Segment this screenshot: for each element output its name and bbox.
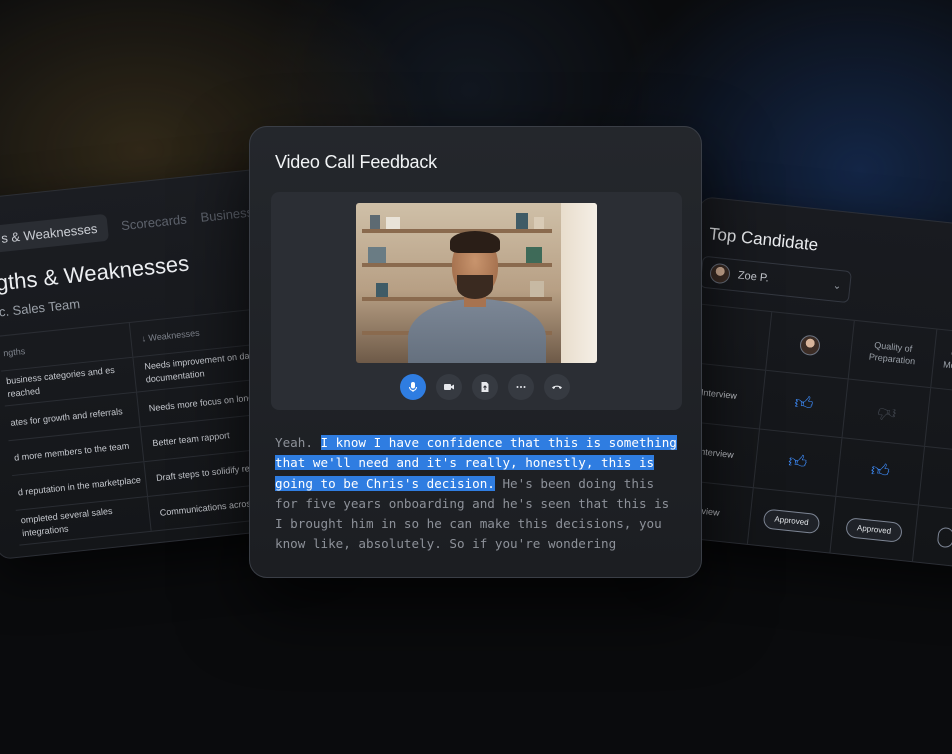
call-controls [400,374,570,400]
transcript-text-segment: He's been doing this [494,475,655,491]
share-button[interactable] [472,374,498,400]
person-hair [450,231,500,253]
extra-cell [918,446,952,511]
window-light [561,203,597,363]
transcript-line: for five years onboarding and he's seen … [275,495,670,511]
header-avatar-cell [766,312,855,379]
shelf [362,229,552,233]
shelf-item [530,281,544,297]
extra-cell [912,505,952,570]
end-call-button[interactable] [544,374,570,400]
strength-cell: d reputation in the marketplace [17,474,142,498]
transcript-line: I brought him in so he can make this dec… [275,516,662,532]
highlighted-text: going to be Chris's decision. [275,475,495,491]
shelf-item [516,213,528,229]
participant-video[interactable] [356,203,597,363]
candidate-select[interactable]: Zoe P. ⌄ [699,255,852,304]
shelf-item [376,283,388,297]
motivation-cell: 👍︎ [842,379,932,446]
video-camera-icon [444,384,454,390]
tab-strengths-weaknesses[interactable]: s & Weaknesses [0,213,109,253]
thumbs-up-icon[interactable]: 👍︎ [870,459,891,484]
card-title: Video Call Feedback [275,152,437,172]
highlighted-text: that we'll need and it's really, honestl… [275,455,655,471]
column-header-strengths[interactable]: ngths [0,334,131,360]
transcript-line: Yeah. I know I have confidence that this… [275,433,685,453]
more-options-button[interactable] [508,374,534,400]
transcript-line: going to be Chris's decision. He's been … [275,474,685,494]
transcript-text-segment: Yeah. [275,435,321,450]
top-candidate-panel: Top Candidate Zoe P. ⌄ Quality of Prepar… [664,196,952,571]
thumbs-up-icon[interactable]: 👍︎ [793,391,815,416]
column-header-quality: Quality of Preparation [848,320,938,388]
quality-cell: 👍︎ [760,370,849,438]
end-call-icon [552,385,562,389]
video-call-feedback-card: Video Call Feedback Yeah. I know I have … [249,126,702,578]
strength-cell: ates for growth and referrals [10,405,124,428]
person-beard [457,275,493,299]
chevron-down-icon: ⌄ [832,279,842,292]
microphone-icon [409,382,417,392]
shelf-item [370,215,380,229]
panel-tabs: s & Weaknesses Scorecards Business F [0,167,285,255]
transcript-text[interactable]: Yeah. I know I have confidence that this… [275,433,685,555]
thumbs-down-icon[interactable]: 👍︎ [876,400,897,425]
approved-badge[interactable]: Approved [845,516,904,544]
camera-button[interactable] [436,374,462,400]
microphone-button[interactable] [400,374,426,400]
avatar [709,262,731,285]
thumbs-up-icon[interactable]: 👍︎ [787,450,808,475]
shelf-item [386,217,400,229]
candidate-name: Zoe P. [737,269,770,285]
shelf-item [526,247,542,263]
quality-cell: Approved [747,488,837,555]
extra-cell [925,388,952,453]
badge-partial [936,526,952,549]
share-upload-icon [481,382,489,392]
motivation-cell: 👍︎ [836,438,926,505]
motivation-cell: Approved [830,496,919,564]
shelf-item [368,247,386,263]
approved-badge[interactable]: Approved [762,508,821,535]
tab-scorecards[interactable]: Scorecards [120,211,187,233]
person-body [408,299,546,363]
highlighted-text: I know I have confidence that this is so… [320,435,677,450]
transcript-line: know like, absolutely. So if you're wond… [275,536,617,552]
shelf-item [534,217,544,229]
evaluation-grid: Quality of Preparation Career Motivation… [665,302,952,571]
quality-cell: 👍︎ [753,429,843,496]
more-options-icon [516,386,526,388]
video-call-area [271,192,682,410]
transcript-line: that we'll need and it's really, honestl… [275,453,685,473]
avatar [799,334,821,357]
strength-cell: d more members to the team [13,440,130,463]
